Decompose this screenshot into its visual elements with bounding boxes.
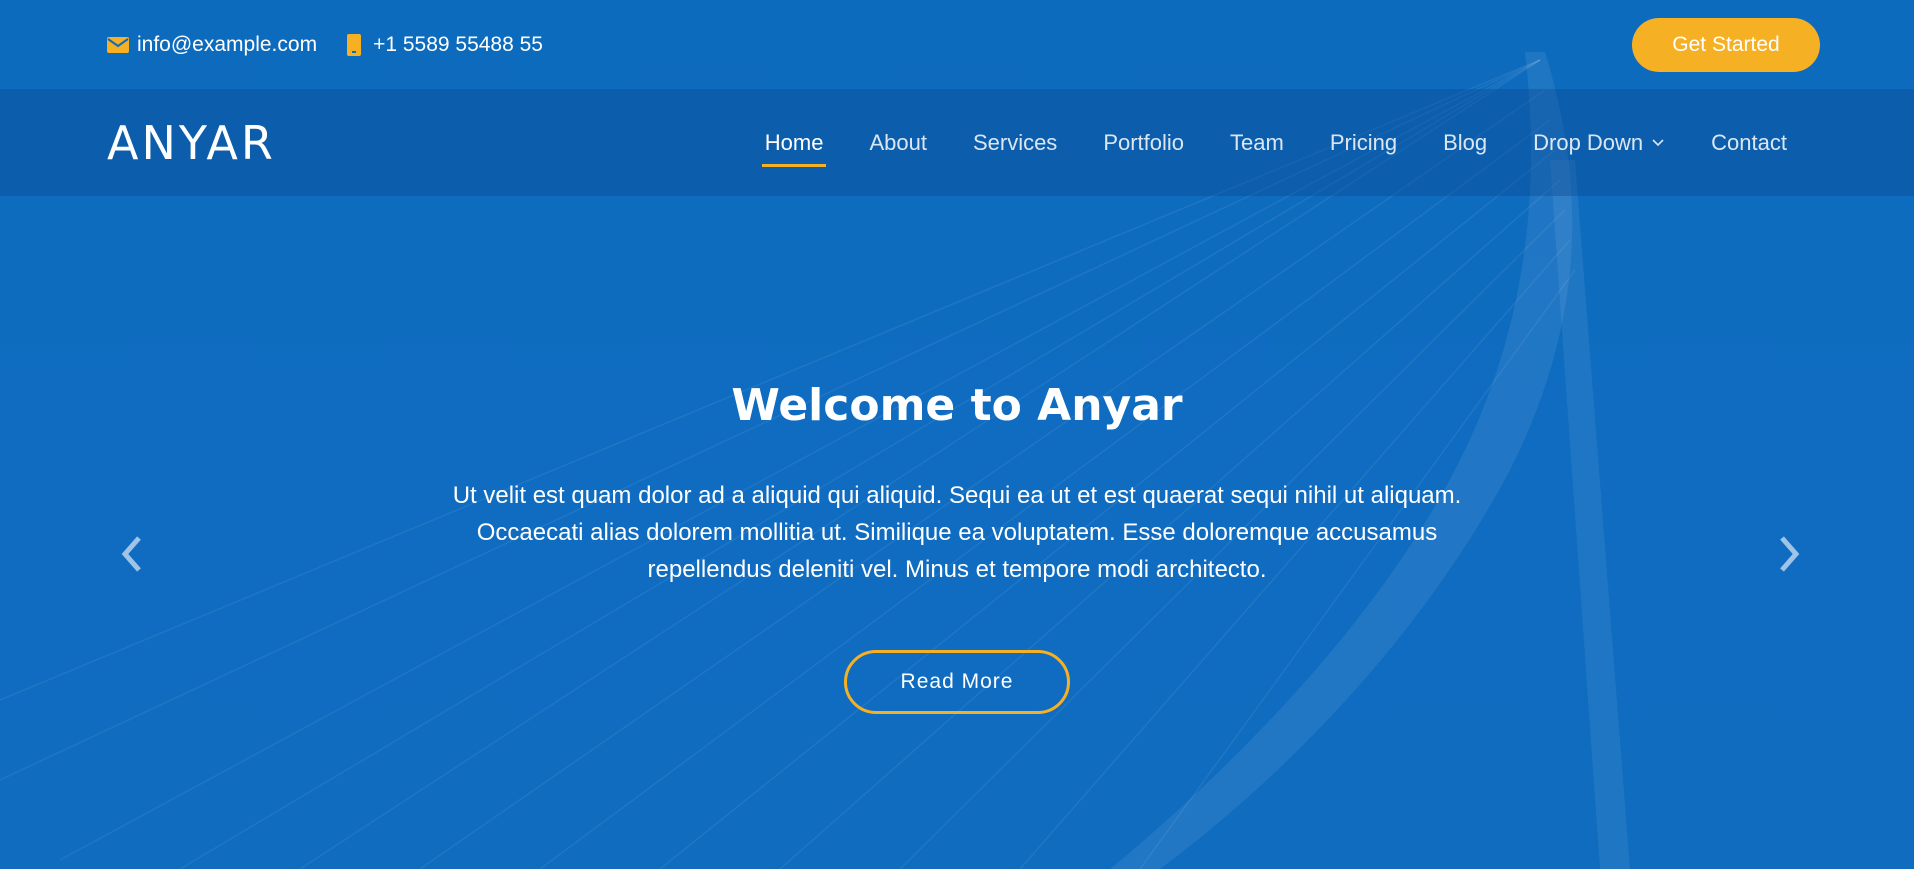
nav-label: Blog — [1443, 129, 1488, 155]
contact-email[interactable]: info@example.com — [107, 33, 317, 57]
read-more-button[interactable]: Read More — [844, 650, 1070, 714]
nav-item-blog[interactable]: Blog — [1420, 89, 1510, 196]
phone-text: +1 5589 55488 55 — [373, 32, 543, 56]
phone-icon — [343, 33, 365, 56]
hero-description: Ut velit est quam dolor ad a aliquid qui… — [452, 482, 1462, 583]
nav-label: About — [869, 129, 927, 155]
carousel-prev-button[interactable] — [111, 533, 151, 579]
nav-label: Team — [1230, 129, 1284, 155]
get-started-button[interactable]: Get Started — [1632, 17, 1820, 72]
nav-label: Contact — [1711, 129, 1787, 155]
contact-info: info@example.com +1 5589 55488 55 — [107, 33, 543, 57]
chevron-down-icon — [1651, 136, 1665, 150]
nav-item-about[interactable]: About — [846, 89, 950, 196]
nav-label: Portfolio — [1103, 129, 1185, 155]
chevron-right-icon — [1778, 534, 1802, 579]
envelope-icon — [107, 34, 129, 56]
nav-label: Services — [972, 129, 1058, 155]
nav-item-home[interactable]: Home — [742, 89, 847, 196]
nav-label: Pricing — [1329, 129, 1398, 155]
site-logo[interactable]: ANYAR — [107, 116, 276, 170]
email-text[interactable]: info@example.com — [137, 33, 317, 57]
nav-item-services[interactable]: Services — [950, 89, 1080, 196]
hero-title: Welcome to Anyar — [731, 380, 1183, 431]
top-bar: info@example.com +1 5589 55488 55 Get St… — [0, 0, 1914, 89]
site-header: ANYAR Home About Services Portfolio Team… — [0, 89, 1914, 196]
main-nav: Home About Services Portfolio Team Prici… — [742, 89, 1810, 196]
nav-label: Drop Down — [1533, 129, 1644, 155]
contact-phone: +1 5589 55488 55 — [343, 33, 543, 57]
nav-item-dropdown[interactable]: Drop Down — [1510, 89, 1688, 196]
nav-item-portfolio[interactable]: Portfolio — [1080, 89, 1207, 196]
nav-item-pricing[interactable]: Pricing — [1307, 89, 1420, 196]
hero-content: Welcome to Anyar Ut velit est quam dolor… — [0, 380, 1914, 714]
nav-label: Home — [764, 129, 824, 155]
chevron-left-icon — [119, 534, 143, 579]
carousel-next-button[interactable] — [1770, 533, 1810, 579]
nav-item-contact[interactable]: Contact — [1688, 89, 1810, 196]
nav-item-team[interactable]: Team — [1207, 89, 1307, 196]
